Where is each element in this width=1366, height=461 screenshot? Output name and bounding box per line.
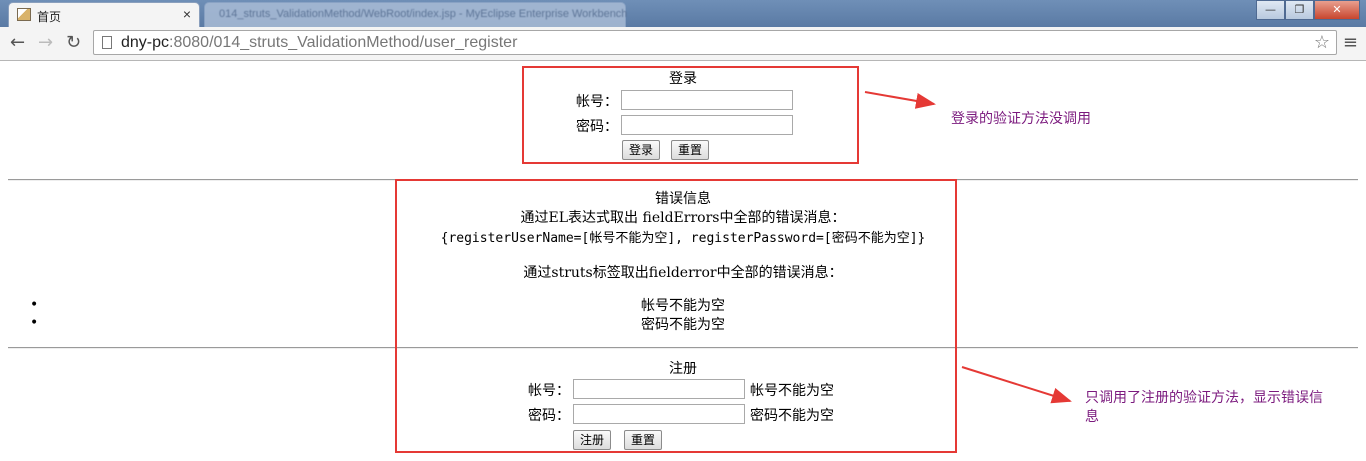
tab-title: 首页 xyxy=(37,10,62,24)
annotation-register-note-line1: 只调用了注册的验证方法，显示错误信 xyxy=(1085,390,1323,406)
forward-arrow-icon[interactable]: → xyxy=(38,32,53,53)
browser-toolbar: ← → ↻ dny-pc:8080/014_struts_ValidationM… xyxy=(0,27,1366,61)
menu-icon[interactable]: ≡ xyxy=(1343,32,1358,53)
address-bar[interactable]: dny-pc:8080/014_struts_ValidationMethod/… xyxy=(93,30,1337,55)
page-favicon-icon xyxy=(17,8,31,21)
tab-home[interactable]: 首页 × xyxy=(8,2,200,28)
back-arrow-icon[interactable]: ← xyxy=(10,32,25,53)
arrow-register-note xyxy=(961,366,1072,404)
annotation-login-note: 登录的验证方法没调用 xyxy=(951,111,1091,127)
tab-strip: 首页 × 014_struts_ValidationMethod/WebRoot… xyxy=(0,0,1366,28)
tab-background-window[interactable]: 014_struts_ValidationMethod/WebRoot/inde… xyxy=(204,2,628,28)
close-window-button[interactable]: ✕ xyxy=(1314,0,1360,20)
maximize-button[interactable]: ❐ xyxy=(1285,0,1314,20)
url-text[interactable]: dny-pc:8080/014_struts_ValidationMethod/… xyxy=(121,34,517,52)
reload-icon[interactable]: ↻ xyxy=(66,32,81,53)
annotation-register-note-line2: 息 xyxy=(1085,409,1099,425)
minimize-button[interactable]: — xyxy=(1256,0,1285,20)
tab-close-icon[interactable]: × xyxy=(183,6,191,22)
window-controls: — ❐ ✕ xyxy=(1256,0,1360,20)
bookmark-star-icon[interactable]: ☆ xyxy=(1314,32,1330,53)
url-host: dny-pc xyxy=(121,34,170,51)
background-window-title: 014_struts_ValidationMethod/WebRoot/inde… xyxy=(219,8,628,20)
url-path: :8080/014_struts_ValidationMethod/user_r… xyxy=(169,34,518,51)
arrow-login-note xyxy=(864,91,936,109)
page-icon xyxy=(102,36,112,49)
page-content: 登录 帐号： 密码： 登录 重置 错误信息 通过EL表达式取出 fieldErr… xyxy=(0,61,1366,461)
